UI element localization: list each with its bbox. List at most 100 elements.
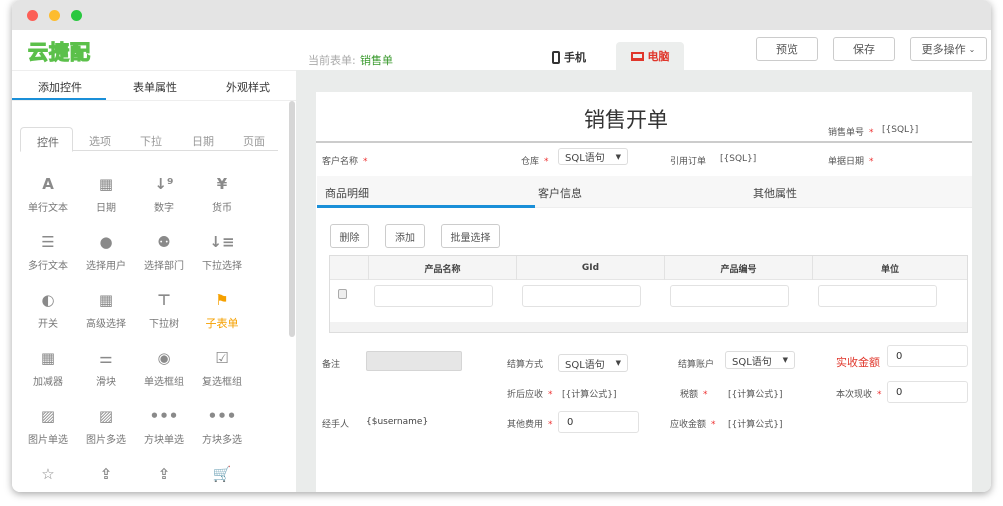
more-actions-button[interactable]: 更多操作 ⌄ — [910, 37, 987, 61]
row-checkbox[interactable] — [338, 289, 347, 299]
control-item[interactable]: ¥ 货币 — [187, 175, 257, 221]
delete-button[interactable]: 删除 — [330, 224, 369, 248]
column-header: 产品编号 — [664, 256, 812, 280]
subtab-page[interactable]: 页面 — [243, 133, 265, 149]
control-icon: ⚉ — [157, 233, 171, 251]
maximize-window-button[interactable] — [71, 10, 82, 21]
order-no-value: [{SQL}] — [882, 125, 919, 135]
control-icon: ¥ — [216, 175, 228, 193]
settle-method-value: SQL语句 — [565, 359, 605, 371]
control-label: 子表单 — [205, 317, 239, 330]
batch-select-button[interactable]: 批量选择 — [441, 224, 500, 248]
left-panel: 添加控件 表单属性 外观样式 控件 选项 下拉 日期 页面 A 单行文本 ▦ 日期 ↓⁹… — [12, 70, 296, 492]
table-footer — [330, 322, 967, 332]
control-icon: ▨ — [98, 407, 114, 425]
settle-method-label: 结算方式 — [507, 360, 544, 370]
tab-appearance[interactable]: 外观样式 — [226, 79, 270, 95]
cell-input[interactable] — [670, 285, 789, 307]
warehouse-label-text: 仓库 — [521, 157, 540, 167]
tab-customer-info[interactable]: 客户信息 — [538, 185, 582, 201]
tax-value: [{计算公式}] — [728, 390, 783, 400]
save-button[interactable]: 保存 — [833, 37, 895, 61]
control-icon: 🛒 — [212, 465, 232, 483]
tab-product-detail[interactable]: 商品明细 — [325, 185, 369, 201]
design-canvas: 销售开单 销售单号 * [{SQL}] 客户名称 * 仓库 * SQL语句 ▼ 引用订单… — [296, 70, 991, 492]
order-no-label-text: 销售单号 — [828, 128, 865, 138]
subtab-dropdown[interactable]: 下拉 — [140, 133, 162, 149]
settle-account-select[interactable]: SQL语句 ▼ — [725, 351, 795, 369]
scrollbar[interactable] — [289, 101, 295, 337]
cell-input[interactable] — [818, 285, 937, 307]
cell-input[interactable] — [374, 285, 493, 307]
form-title: 销售开单 — [584, 108, 668, 132]
subtab-date[interactable]: 日期 — [192, 133, 214, 149]
dropdown-arrow-icon: ▼ — [615, 152, 621, 161]
remark-input[interactable] — [366, 351, 462, 371]
subtab-options[interactable]: 选项 — [89, 133, 111, 149]
control-icon: ••• — [207, 407, 237, 425]
ref-order-label: 引用订单 — [670, 157, 707, 167]
handler-value: {$username} — [366, 417, 429, 427]
received-amount-input[interactable]: 0 — [887, 345, 968, 367]
tab-pc[interactable]: 电脑 — [616, 42, 684, 70]
active-tab-indicator — [12, 98, 106, 100]
control-label: 方块多选 — [202, 435, 242, 446]
cash-input[interactable]: 0 — [887, 381, 968, 403]
monitor-icon — [630, 51, 644, 61]
order-no-label: 销售单号 * — [828, 128, 874, 138]
control-item[interactable]: ☑ 复选框组 — [187, 349, 257, 395]
control-item[interactable]: 🛒 — [187, 465, 257, 492]
discount-value: [{计算公式}] — [562, 390, 617, 400]
cell-input[interactable] — [522, 285, 641, 307]
received-amount-label: 实收金额 — [836, 356, 880, 369]
control-item[interactable]: ••• 方块多选 — [187, 407, 257, 453]
settle-method-select[interactable]: SQL语句 ▼ — [558, 354, 628, 372]
control-label: 复选框组 — [202, 377, 242, 388]
discount-label: 折后应收 * — [507, 390, 553, 400]
other-fee-label: 其他费用 * — [507, 420, 553, 430]
control-icon: ▦ — [40, 349, 56, 367]
phone-icon — [552, 50, 560, 64]
customer-label-text: 客户名称 — [322, 157, 359, 167]
tab-pc-label: 电脑 — [647, 50, 670, 63]
control-icon: ☑ — [215, 349, 229, 367]
control-label: 货币 — [212, 203, 232, 214]
app-window: 云捷配 当前表单: 销售单 手机 电脑 预览 保存 更多操作 ⌄ 添加控件 表单属… — [12, 0, 991, 492]
tax-label: 税额 * — [680, 390, 708, 400]
cash-label: 本次现收 * — [836, 390, 882, 400]
control-item[interactable]: ↓≡ 下拉选择 — [187, 233, 257, 279]
settle-account-label: 结算账户 — [678, 360, 715, 370]
date-label: 单据日期 * — [828, 157, 874, 167]
title-divider — [316, 141, 972, 143]
control-icon: ◉ — [157, 349, 171, 367]
discount-label-text: 折后应收 — [507, 390, 544, 400]
logo-text: 云捷配 — [27, 39, 91, 64]
tab-other-properties[interactable]: 其他属性 — [753, 185, 797, 201]
tab-add-controls[interactable]: 添加控件 — [38, 79, 82, 95]
logo: 云捷配 — [27, 36, 91, 65]
tab-mobile[interactable]: 手机 — [552, 44, 622, 70]
warehouse-select[interactable]: SQL语句 ▼ — [558, 148, 628, 165]
subtab-controls[interactable]: 控件 — [20, 127, 73, 152]
control-icon: ⊤ — [157, 291, 171, 309]
column-header: GId — [516, 256, 664, 280]
control-icon: ▨ — [40, 407, 56, 425]
chevron-down-icon: ⌄ — [968, 44, 976, 54]
tab-form-properties[interactable]: 表单属性 — [133, 79, 177, 95]
subtab-label: 控件 — [37, 136, 59, 149]
date-label-text: 单据日期 — [828, 157, 865, 167]
minimize-window-button[interactable] — [49, 10, 60, 21]
detail-tabs: 商品明细 客户信息 其他属性 — [317, 176, 972, 208]
control-icon: A — [42, 175, 54, 193]
close-window-button[interactable] — [27, 10, 38, 21]
control-label: 下拉选择 — [202, 261, 242, 272]
other-fee-input[interactable]: 0 — [558, 411, 639, 433]
warehouse-label: 仓库 * — [521, 157, 549, 167]
other-fee-label-text: 其他费用 — [507, 420, 544, 430]
column-header: 单位 — [812, 256, 967, 280]
current-form-name: 销售单 — [360, 54, 393, 67]
form-preview: 销售开单 销售单号 * [{SQL}] 客户名称 * 仓库 * SQL语句 ▼ 引用订单… — [316, 92, 972, 492]
add-button[interactable]: 添加 — [385, 224, 425, 248]
control-item[interactable]: ⚑ 子表单 — [187, 291, 257, 337]
preview-button[interactable]: 预览 — [756, 37, 818, 61]
